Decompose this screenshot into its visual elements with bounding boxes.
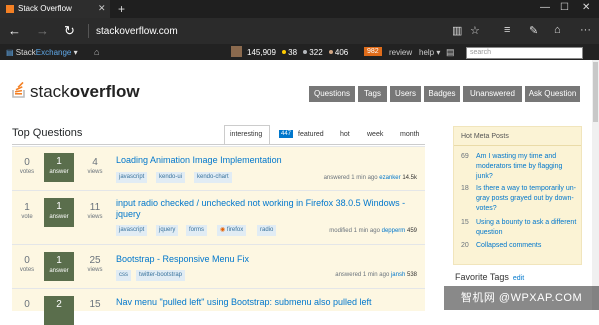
stackexchange-logo[interactable]: ▤ StackExchange ▾: [6, 48, 78, 57]
vote-count: 0 votes: [19, 157, 35, 175]
nav-users-button[interactable]: Users: [390, 86, 421, 102]
stackexchange-topbar: ▤ StackExchange ▾ ⌂ 145,909 38 322 406 9…: [0, 44, 599, 60]
share-icon[interactable]: ⌂: [554, 24, 561, 36]
question-title-link[interactable]: Loading Animation Image Implementation: [116, 155, 416, 166]
hub-icon[interactable]: ≡: [504, 24, 510, 36]
review-link[interactable]: review: [389, 48, 412, 57]
question-meta: answered 1 min ago jansh 538: [335, 272, 417, 278]
vote-count: 0: [24, 299, 30, 310]
tab-week[interactable]: week: [367, 131, 383, 138]
edit-favorite-tags-link[interactable]: edit: [513, 275, 524, 282]
tag-javascript[interactable]: javascript: [116, 225, 148, 236]
new-tab-button[interactable]: +: [118, 2, 125, 16]
silver-badge-icon: [303, 50, 308, 54]
answer-count: 2: [44, 296, 74, 325]
answer-count: 1 answer: [44, 198, 74, 227]
nav-badges-button[interactable]: Badges: [424, 86, 460, 102]
tag-css[interactable]: css: [116, 270, 131, 281]
close-tab-icon[interactable]: ✕: [98, 3, 106, 14]
hot-meta-posts-panel: Hot Meta Posts 69 Am I wasting my time an…: [453, 126, 582, 265]
divider: [12, 144, 425, 145]
ask-question-button[interactable]: Ask Question: [525, 86, 580, 102]
nav-tags-button[interactable]: Tags: [358, 86, 387, 102]
bronze-badge-icon: [328, 50, 333, 54]
question-title-link[interactable]: Bootstrap - Responsive Menu Fix: [116, 254, 416, 265]
tag-kendo-chart[interactable]: kendo-chart: [194, 172, 232, 183]
question-row: 0 votes 1 answer 25 views Bootstrap - Respo…: [12, 244, 425, 288]
inbox-icon[interactable]: ⌂: [94, 47, 99, 57]
user-link[interactable]: depperm: [382, 228, 406, 234]
question-title-link[interactable]: input radio checked / unchecked not work…: [116, 198, 416, 220]
answer-count: 1 answer: [44, 153, 74, 182]
view-count: 15: [89, 299, 101, 310]
question-row: 0 votes 1 answer 4 views Loading Animation …: [12, 146, 425, 190]
featured-count-badge: 447: [279, 130, 294, 138]
answer-count: 1 answer: [44, 252, 74, 281]
browser-tab-strip: Stack Overflow ✕ + — ☐ ✕: [0, 0, 599, 18]
tab-title: Stack Overflow: [18, 4, 72, 13]
nav-questions-button[interactable]: Questions: [309, 86, 355, 102]
review-count-badge[interactable]: 982: [364, 47, 382, 56]
forward-icon[interactable]: →: [36, 23, 49, 38]
view-count: 25 views: [87, 255, 103, 273]
scrollbar-thumb[interactable]: [593, 62, 598, 122]
divider: [88, 24, 89, 38]
gold-badge-icon: [282, 50, 287, 54]
tag-radio[interactable]: radio: [257, 225, 277, 236]
watermark: 智机网 @WPXAP.COM: [444, 286, 599, 310]
firefox-icon: ◉: [220, 227, 226, 233]
vote-count: 0 votes: [19, 255, 35, 273]
meta-post-item[interactable]: 15 Using a bounty to ask a different ques…: [461, 218, 579, 238]
web-note-icon[interactable]: ✎: [529, 24, 538, 37]
favorite-star-icon[interactable]: ☆: [470, 24, 480, 37]
view-count: 4 views: [87, 157, 103, 175]
minimize-icon[interactable]: —: [540, 2, 550, 13]
help-link[interactable]: help ▾: [419, 48, 440, 57]
stackoverflow-logo[interactable]: stackoverflow: [30, 82, 140, 102]
question-row: 1 vote 1 answer 11 views input radio checke…: [12, 190, 425, 244]
tag-twitter-bootstrap[interactable]: twitter-bootstrap: [136, 270, 186, 281]
divider: [454, 145, 581, 146]
reading-view-icon[interactable]: ▥: [452, 24, 462, 37]
tab-hot[interactable]: hot: [340, 131, 350, 138]
close-window-icon[interactable]: ✕: [582, 2, 590, 13]
refresh-icon[interactable]: ↻: [64, 23, 75, 39]
nav-unanswered-button[interactable]: Unanswered: [463, 86, 522, 102]
browser-tab[interactable]: Stack Overflow ✕: [0, 0, 110, 18]
question-title-link[interactable]: Nav menu "pulled left" using Bootstrap: …: [116, 297, 416, 308]
page-scrollbar[interactable]: [592, 60, 599, 310]
back-icon[interactable]: ←: [8, 23, 21, 38]
more-icon[interactable]: ···: [580, 24, 591, 36]
tab-featured[interactable]: featured: [298, 131, 324, 138]
user-link[interactable]: jansh: [391, 272, 405, 278]
page-title: Top Questions: [12, 127, 83, 139]
tab-interesting[interactable]: interesting: [230, 131, 262, 138]
search-input[interactable]: search: [466, 47, 583, 59]
tag-forms[interactable]: forms: [186, 225, 207, 236]
url-field[interactable]: stackoverflow.com: [96, 26, 178, 37]
stackoverflow-favicon-icon: [6, 5, 14, 13]
user-link[interactable]: ezanker: [379, 175, 400, 181]
question-row: 0 2 15 Nav menu "pulled left" using Boot…: [12, 288, 425, 325]
meta-post-item[interactable]: 69 Am I wasting my time and moderators ti…: [461, 152, 579, 182]
site-switcher-icon[interactable]: ▤: [446, 47, 455, 58]
tag-firefox[interactable]: ◉ firefox: [217, 225, 247, 236]
tag-kendo-ui[interactable]: kendo-ui: [156, 172, 186, 183]
address-bar: ← → ↻ stackoverflow.com ▥ ☆ ≡ ✎ ⌂ ···: [0, 18, 599, 44]
tag-javascript[interactable]: javascript: [116, 172, 148, 183]
tag-jquery[interactable]: jquery: [156, 225, 179, 236]
avatar[interactable]: [231, 46, 242, 57]
user-reputation[interactable]: 145,909 38 322 406: [247, 48, 348, 57]
vote-count: 1 vote: [21, 202, 33, 220]
maximize-icon[interactable]: ☐: [560, 2, 569, 13]
sidebar-heading: Hot Meta Posts: [461, 133, 509, 140]
view-count: 11 views: [87, 202, 103, 220]
question-meta: answered 1 min ago ezanker 14.5k: [323, 175, 417, 181]
stackoverflow-logo-icon: [12, 81, 25, 98]
question-meta: modified 1 min ago depperm 459: [329, 228, 417, 234]
favorite-tags-heading: Favorite Tags edit: [455, 272, 525, 282]
meta-post-item[interactable]: 20 Collapsed comments: [461, 241, 579, 251]
meta-post-item[interactable]: 18 Is there a way to temporarily un-gray …: [461, 184, 579, 214]
tab-month[interactable]: month: [400, 131, 419, 138]
